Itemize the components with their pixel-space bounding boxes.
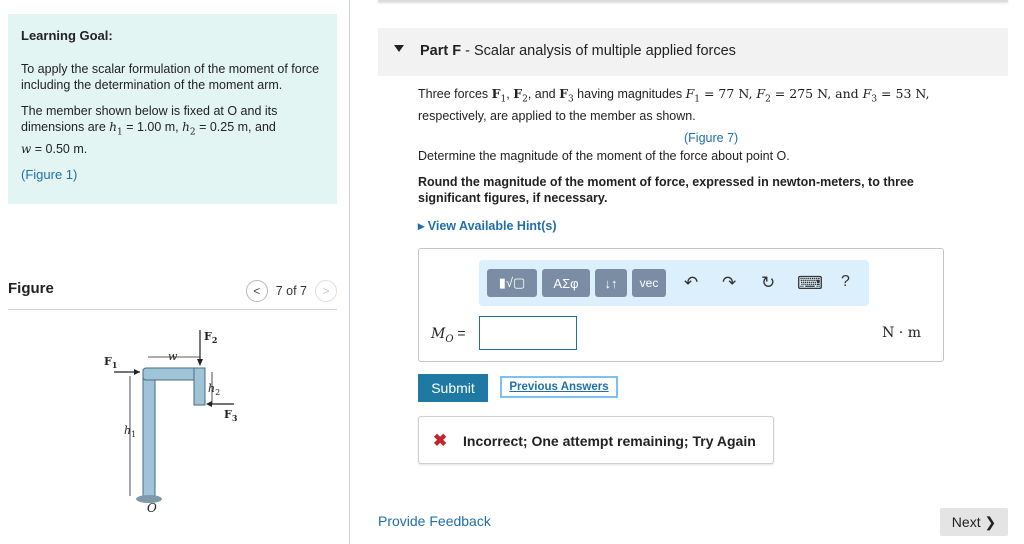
provide-feedback-link[interactable]: Provide Feedback: [378, 513, 491, 529]
figure-title: Figure: [8, 280, 54, 297]
next-button[interactable]: Next ❯: [940, 508, 1008, 536]
member-vertical: [142, 369, 156, 499]
figure-page-indicator: 7 of 7: [275, 284, 307, 298]
previous-figure-button[interactable]: <: [245, 280, 268, 302]
incorrect-x-icon: ✖: [433, 431, 448, 450]
learning-goal-title: Learning Goal:: [21, 28, 113, 43]
next-figure-button[interactable]: >: [315, 280, 337, 302]
member-figure: O F1 w F2 h2 F3 h1: [104, 330, 238, 515]
question-text: Three forces F1, F2, and F3 having magni…: [418, 86, 930, 123]
member-dimensions-text: The member shown below is fixed at O and…: [21, 104, 278, 156]
feedback-text: Incorrect; One attempt remaining; Try Ag…: [463, 433, 756, 449]
collapse-triangle-icon[interactable]: [394, 45, 404, 52]
figure-7-link[interactable]: (Figure 7): [684, 131, 738, 145]
figure-1-link[interactable]: (Figure 1): [21, 167, 324, 182]
view-hints-link[interactable]: ▸ View Available Hint(s): [418, 218, 557, 233]
submit-button[interactable]: Submit: [418, 374, 488, 402]
member-leg: [193, 367, 206, 406]
h2-label: h2: [208, 382, 220, 397]
keyboard-icon[interactable]: ⌨: [797, 273, 823, 294]
f3-label: F3: [224, 408, 238, 423]
f1-label: F1: [104, 355, 117, 370]
answer-variable-label: MO =: [431, 325, 466, 345]
f2-label: F2: [204, 330, 217, 345]
previous-answers-button[interactable]: Previous Answers: [500, 376, 618, 398]
figure-header: Figure < 7 of 7 >: [8, 278, 337, 310]
incorrect-feedback: ✖ Incorrect; One attempt remaining; Try …: [418, 416, 774, 464]
top-divider: [378, 0, 1008, 2]
undo-icon[interactable]: ↶: [684, 273, 698, 293]
learning-goal-text: To apply the scalar formulation of the m…: [21, 62, 320, 92]
w-label: w: [168, 350, 178, 363]
answer-unit: N · m: [882, 325, 921, 341]
f1-arrowhead: [134, 369, 140, 375]
part-title: Part F - Scalar analysis of multiple app…: [420, 43, 736, 59]
learning-goal-box: Learning Goal: To apply the scalar formu…: [8, 14, 337, 204]
f3-arrowhead: [206, 401, 212, 407]
vector-button[interactable]: vec: [632, 269, 666, 297]
part-header[interactable]: Part F - Scalar analysis of multiple app…: [378, 28, 1008, 76]
templates-button[interactable]: ▮√▢: [487, 269, 537, 297]
answer-box: ▮√▢ ΑΣφ ↓↑ vec ↶ ↷ ↻ ⌨ ? MO = N · m: [418, 248, 944, 362]
rounding-instruction: Round the magnitude of the moment of for…: [418, 175, 914, 205]
f2-arrowhead: [197, 359, 203, 366]
redo-icon[interactable]: ↷: [722, 273, 736, 293]
left-panel: Learning Goal: To apply the scalar formu…: [0, 0, 350, 544]
math-toolbar: ▮√▢ ΑΣφ ↓↑ vec ↶ ↷ ↻ ⌨ ?: [479, 260, 869, 306]
determine-text: Determine the magnitude of the moment of…: [418, 149, 790, 163]
moment-answer-input[interactable]: [479, 316, 577, 350]
reset-icon[interactable]: ↻: [761, 273, 775, 293]
subscript-superscript-button[interactable]: ↓↑: [595, 269, 627, 297]
point-o-label: O: [147, 501, 157, 515]
h1-label: h1: [124, 424, 136, 439]
figure-pager: < 7 of 7 >: [245, 280, 337, 302]
greek-symbols-button[interactable]: ΑΣφ: [542, 269, 590, 297]
help-icon[interactable]: ?: [841, 273, 850, 291]
